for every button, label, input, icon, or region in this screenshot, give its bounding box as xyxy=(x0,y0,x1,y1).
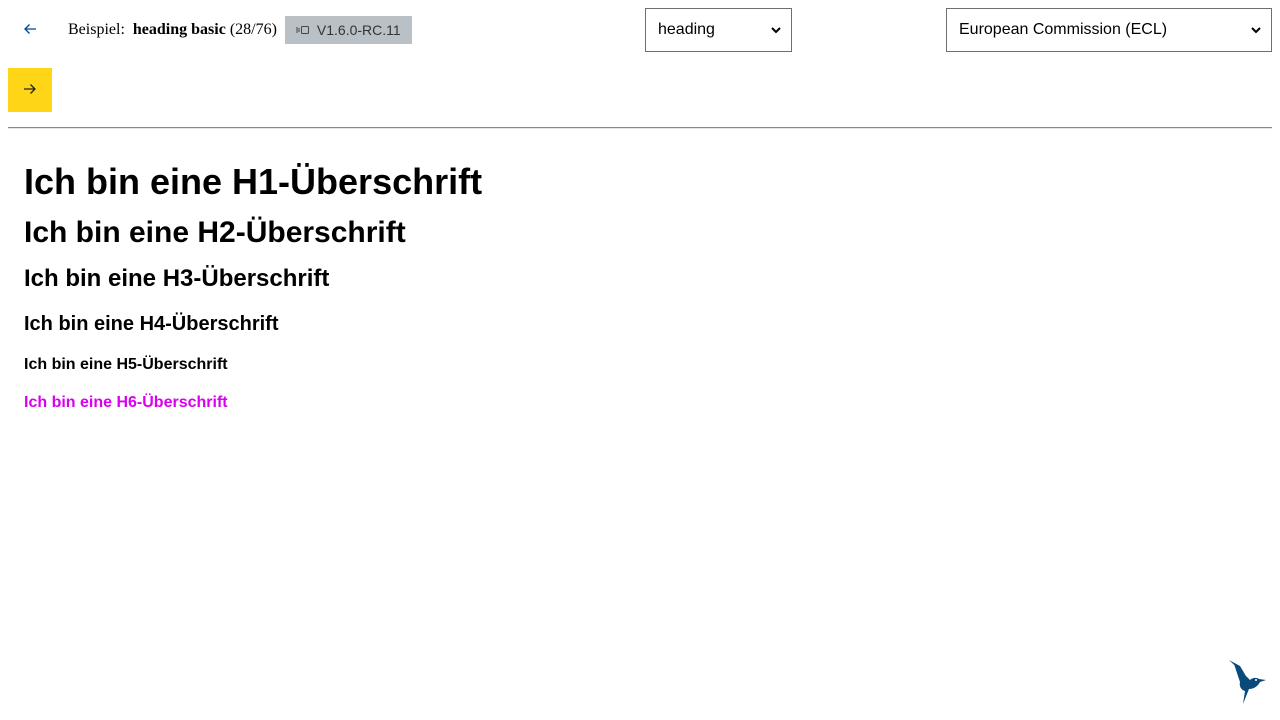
chevron-down-icon xyxy=(771,21,781,39)
heading-h6: Ich bin eine H6-Überschrift xyxy=(24,394,228,411)
divider xyxy=(8,127,1272,129)
version-label: V1.6.0-RC.11 xyxy=(316,22,401,38)
component-select-value: heading xyxy=(658,21,715,38)
example-prefix: Beispiel: xyxy=(68,21,125,38)
example-info: Beispiel: heading basic (28/76) V1.6.0-R… xyxy=(68,16,412,44)
hummingbird-logo-icon xyxy=(1226,658,1276,708)
heading-h5: Ich bin eine H5-Überschrift xyxy=(24,356,228,373)
previous-example-button[interactable] xyxy=(8,8,52,52)
heading-h3: Ich bin eine H3-Überschrift xyxy=(24,265,330,292)
version-badge: V1.6.0-RC.11 xyxy=(284,16,412,44)
theme-select-value: European Commission (ECL) xyxy=(959,21,1168,38)
toolbar: Beispiel: heading basic (28/76) V1.6.0-R… xyxy=(0,0,1280,60)
example-counter: (28/76) xyxy=(229,21,277,38)
example-name: heading basic xyxy=(132,21,226,38)
theme-select[interactable]: European Commission (ECL) xyxy=(946,8,1272,52)
heading-h1: Ich bin eine H1-Überschrift xyxy=(24,161,483,202)
heading-h2: Ich bin eine H2-Überschrift xyxy=(24,216,406,249)
heading-h4: Ich bin eine H4-Überschrift xyxy=(24,313,279,335)
switch-icon xyxy=(296,22,310,38)
chevron-down-icon xyxy=(1251,21,1261,39)
next-example-button[interactable] xyxy=(8,68,52,112)
arrow-right-icon xyxy=(23,83,37,98)
arrow-left-icon xyxy=(23,23,37,38)
component-select[interactable]: heading xyxy=(645,8,792,52)
